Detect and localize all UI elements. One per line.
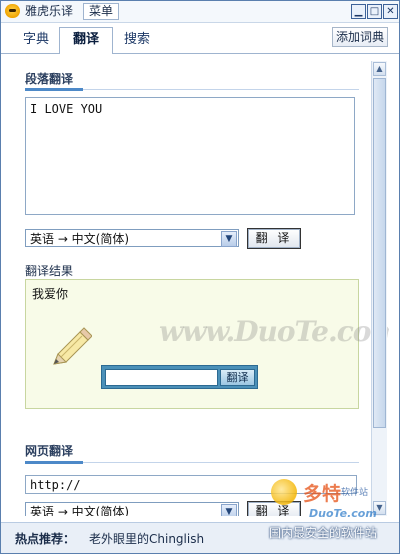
menu-button[interactable]: 菜单 (83, 3, 120, 20)
pencil-icon[interactable] (48, 326, 92, 370)
webpage-translate-button[interactable]: 翻 译 (247, 501, 301, 516)
section-divider (25, 461, 359, 464)
language-pair-value: 英语 → 中文(简体) (30, 232, 130, 246)
add-dictionary-button[interactable]: 添加词典 (332, 27, 389, 47)
hot-recommend-label: 热点推荐： (15, 532, 76, 546)
scrollbar-thumb[interactable] (373, 78, 386, 428)
chevron-down-icon[interactable]: ▼ (221, 231, 237, 247)
vertical-scrollbar[interactable]: ▲ ▼ (371, 61, 387, 516)
quick-translate-input[interactable] (105, 369, 218, 386)
webpage-language-pair-select[interactable]: 英语 → 中文(简体) ▼ (25, 502, 239, 516)
quick-translate-bar: 翻译 (101, 365, 258, 389)
chevron-down-icon[interactable]: ▼ (221, 504, 237, 516)
status-bar: 热点推荐： 老外眼里的Chinglish (1, 522, 399, 553)
tab-translate[interactable]: 翻译 (59, 27, 113, 55)
app-title: 雅虎乐译 (25, 4, 74, 18)
title-bar[interactable]: 雅虎乐译 菜单 ▁ □ ✕ (1, 1, 399, 23)
yahoo-fish-icon (5, 4, 20, 18)
paragraph-translate-title: 段落翻译 (25, 72, 74, 86)
result-text: 我爱你 (32, 287, 69, 301)
maximize-button[interactable]: □ (367, 4, 382, 19)
section-divider (25, 88, 359, 91)
translate-panel: 段落翻译 I LOVE YOU 英语 → 中文(简体) ▼ 翻 译 翻译结果 我… (11, 54, 389, 516)
language-pair-select[interactable]: 英语 → 中文(简体) ▼ (25, 229, 239, 247)
scroll-up-arrow-icon[interactable]: ▲ (373, 62, 386, 76)
app-window: 雅虎乐译 菜单 ▁ □ ✕ 字典 翻译 搜索 添加词典 段落翻译 I LOVE … (0, 0, 400, 554)
result-label: 翻译结果 (25, 264, 74, 278)
tab-bar: 字典 翻译 搜索 添加词典 (1, 23, 399, 55)
tab-search[interactable]: 搜索 (120, 30, 154, 52)
source-text-area[interactable]: I LOVE YOU (25, 97, 355, 215)
minimize-button[interactable]: ▁ (351, 4, 366, 19)
webpage-translate-title: 网页翻译 (25, 444, 74, 458)
tab-dictionary[interactable]: 字典 (19, 30, 53, 52)
url-input[interactable]: http:// (25, 475, 357, 494)
hot-recommend-link[interactable]: 老外眼里的Chinglish (89, 530, 204, 547)
translate-button[interactable]: 翻 译 (247, 228, 301, 249)
scroll-down-arrow-icon[interactable]: ▼ (373, 501, 386, 515)
close-button[interactable]: ✕ (383, 4, 398, 19)
webpage-language-pair-value: 英语 → 中文(简体) (30, 505, 130, 516)
result-box: 我爱你 翻译 (25, 279, 359, 409)
quick-translate-button[interactable]: 翻译 (220, 369, 255, 386)
